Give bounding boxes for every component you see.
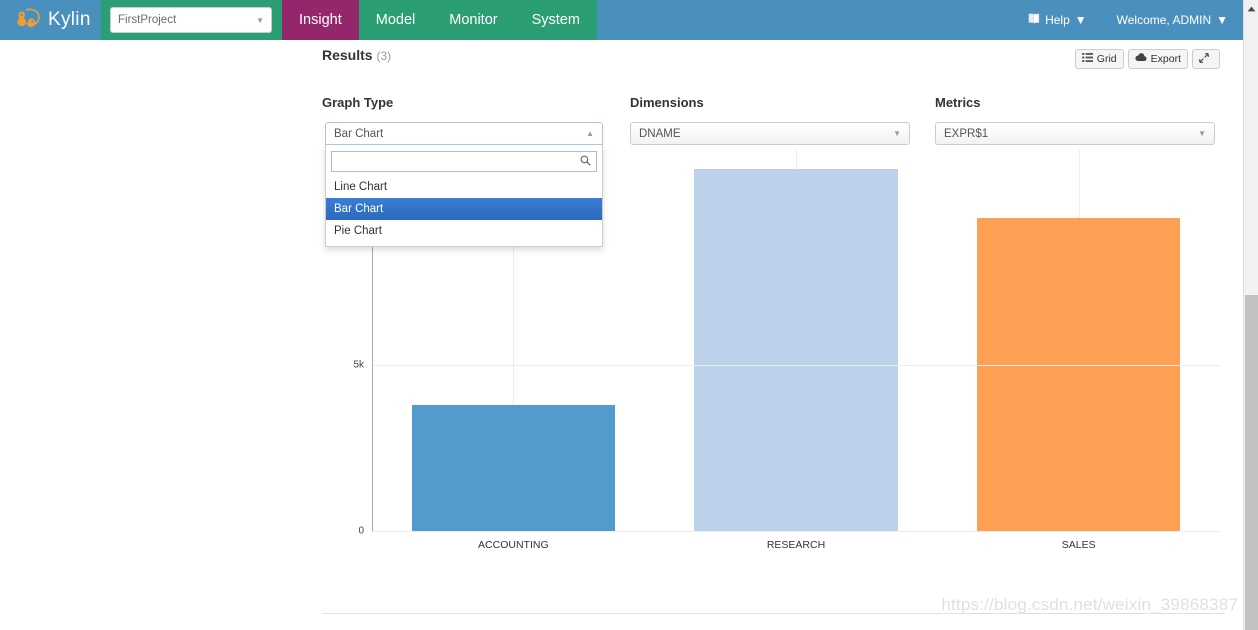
results-title: Results (3) <box>322 47 391 63</box>
nav-item-system[interactable]: System <box>515 0 597 40</box>
top-navbar: Kylin FirstProject ▼ Insight Model Monit… <box>0 0 1243 40</box>
x-axis-tick-label: RESEARCH <box>766 539 826 551</box>
dimensions-select[interactable]: DNAME ▼ <box>630 122 910 145</box>
nav-item-help[interactable]: Help ▼ <box>1013 0 1102 40</box>
expand-button[interactable] <box>1192 49 1220 69</box>
results-title-text: Results <box>322 47 373 63</box>
nav-item-help-label: Help <box>1045 13 1070 27</box>
search-icon <box>580 155 591 169</box>
graph-type-option-line-chart[interactable]: Line Chart <box>326 176 602 198</box>
chevron-up-icon: ▲ <box>586 129 594 138</box>
y-axis-tick-label: 5k <box>353 359 364 371</box>
grid-icon <box>1081 53 1093 65</box>
bar[interactable] <box>411 405 616 531</box>
graph-type-option-pie-chart-label: Pie Chart <box>334 225 382 237</box>
y-gridline <box>373 531 1220 532</box>
chevron-down-icon: ▼ <box>1198 129 1206 138</box>
primary-nav: Insight Model Monitor System <box>282 0 597 40</box>
project-select[interactable]: FirstProject ▼ <box>110 7 272 33</box>
graph-type-search-box[interactable] <box>331 151 597 172</box>
bar[interactable] <box>976 217 1181 531</box>
dimensions-select-value: DNAME <box>639 127 681 140</box>
y-axis-tick-label: 0 <box>358 525 364 537</box>
expand-arrows-icon <box>1199 52 1209 66</box>
nav-item-model-label: Model <box>375 12 416 28</box>
nav-item-user-label: Welcome, ADMIN <box>1116 13 1212 27</box>
metrics-label: Metrics <box>935 95 981 110</box>
brand[interactable]: Kylin <box>0 0 101 40</box>
project-select-value: FirstProject <box>118 14 177 26</box>
secondary-nav: Help ▼ Welcome, ADMIN ▼ <box>1013 0 1243 40</box>
graph-type-option-list: Line Chart Bar Chart Pie Chart <box>326 176 602 246</box>
graph-type-label: Graph Type <box>322 95 394 110</box>
page-scrollbar[interactable] <box>1243 0 1258 630</box>
brand-label: Kylin <box>48 9 91 30</box>
kylin-insight-page: Kylin FirstProject ▼ Insight Model Monit… <box>0 0 1258 630</box>
nav-item-insight[interactable]: Insight <box>282 0 359 40</box>
project-selector-wrap: FirstProject ▼ <box>101 0 282 40</box>
scrollbar-thumb[interactable] <box>1245 295 1258 630</box>
graph-type-select-value: Bar Chart <box>334 127 384 140</box>
watermark: https://blog.csdn.net/weixin_39868387 <box>941 595 1238 614</box>
scroll-up-arrow-icon[interactable] <box>1244 0 1258 17</box>
graph-type-search-input[interactable] <box>337 155 580 168</box>
results-count: (3) <box>376 49 392 63</box>
graph-type-option-bar-chart[interactable]: Bar Chart <box>326 198 602 220</box>
kylin-logo-icon <box>12 7 42 33</box>
graph-type-option-pie-chart[interactable]: Pie Chart <box>326 220 602 242</box>
nav-item-monitor-label: Monitor <box>449 12 498 28</box>
export-button[interactable]: Export <box>1127 49 1188 69</box>
nav-item-monitor[interactable]: Monitor <box>432 0 514 40</box>
chevron-down-icon: ▼ <box>1216 13 1228 27</box>
nav-item-model[interactable]: Model <box>359 0 433 40</box>
dimensions-label: Dimensions <box>630 95 704 110</box>
chevron-down-icon: ▼ <box>1074 13 1087 27</box>
nav-item-insight-label: Insight <box>299 12 342 28</box>
graph-type-select[interactable]: Bar Chart ▲ <box>325 122 603 145</box>
cloud-download-icon <box>1135 53 1147 65</box>
grid-button[interactable]: Grid <box>1074 49 1124 69</box>
bar[interactable] <box>694 168 898 531</box>
navbar-spacer <box>596 0 1014 40</box>
graph-type-dropdown: Line Chart Bar Chart Pie Chart <box>325 145 603 247</box>
nav-item-system-label: System <box>531 12 580 28</box>
x-axis-tick-label: ACCOUNTING <box>478 539 549 551</box>
export-button-label: Export <box>1150 53 1181 65</box>
grid-button-label: Grid <box>1096 53 1117 65</box>
y-gridline <box>373 365 1220 367</box>
graph-type-option-line-chart-label: Line Chart <box>334 181 388 193</box>
metrics-select-value: EXPR$1 <box>944 127 989 140</box>
book-icon <box>1028 13 1040 27</box>
graph-type-option-bar-chart-label: Bar Chart <box>334 203 384 215</box>
nav-item-user[interactable]: Welcome, ADMIN ▼ <box>1102 0 1243 40</box>
chevron-down-icon: ▼ <box>256 15 264 25</box>
results-toolbar: Grid Export <box>1074 49 1220 69</box>
metrics-select[interactable]: EXPR$1 ▼ <box>935 122 1215 145</box>
chevron-down-icon: ▼ <box>893 129 901 138</box>
x-axis-tick-label: SALES <box>1061 539 1096 551</box>
